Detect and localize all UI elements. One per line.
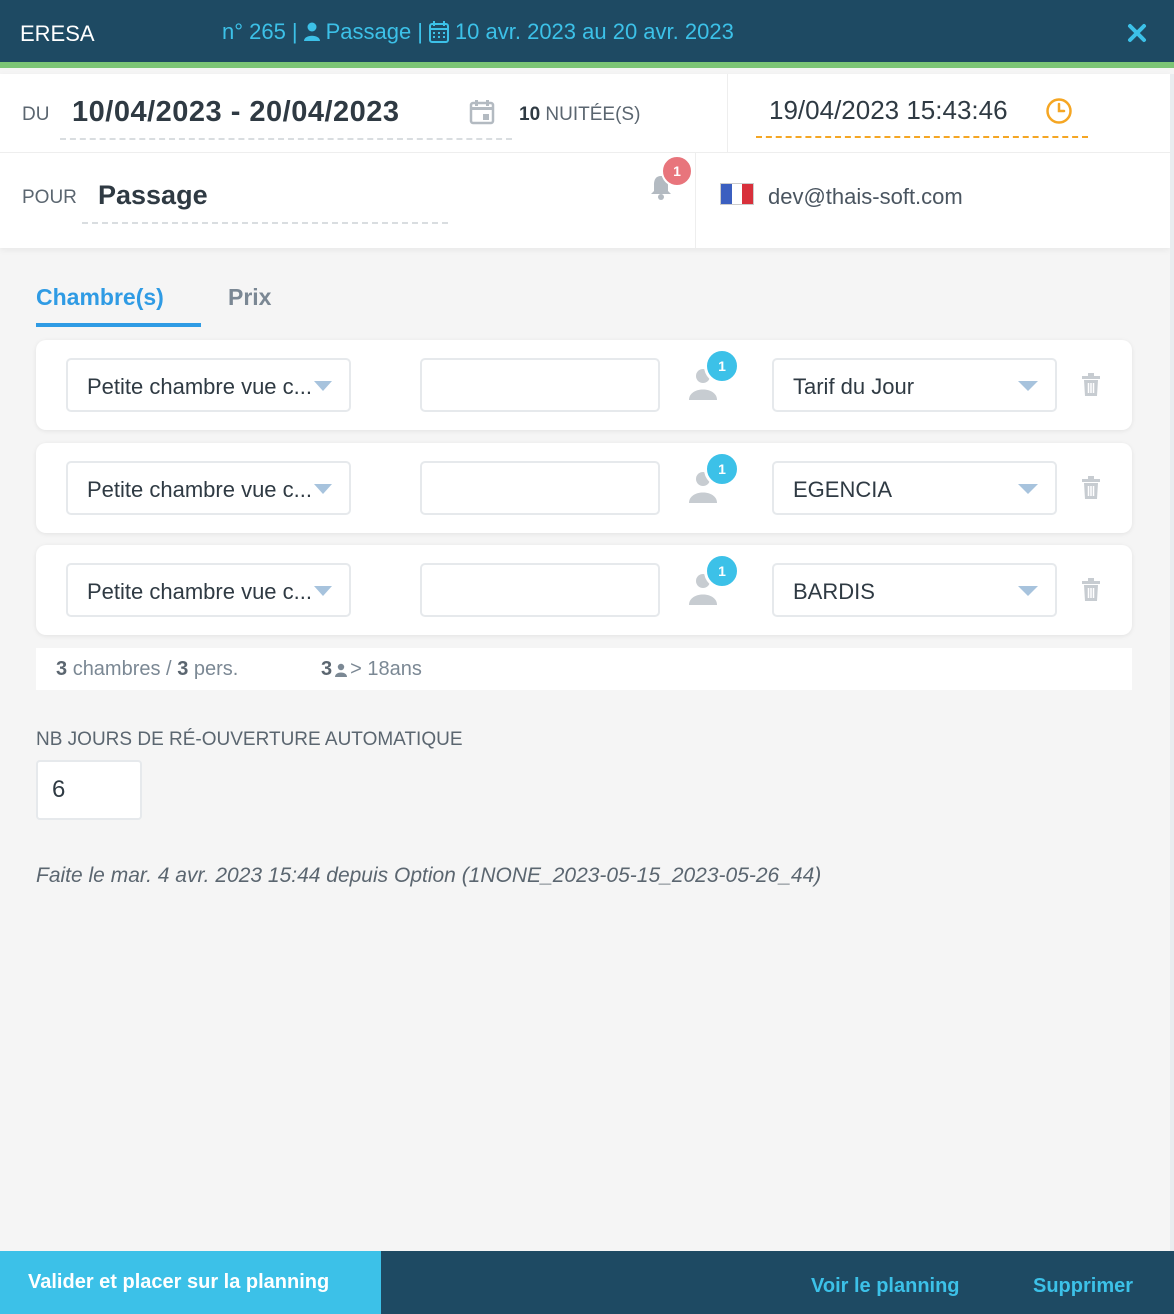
view-planning-link[interactable]: Voir le planning: [811, 1275, 960, 1298]
stay-dates[interactable]: 10/04/2023 - 20/04/2023: [72, 96, 400, 129]
room-type-value: Petite chambre vue c...: [87, 579, 312, 604]
close-icon[interactable]: [1122, 18, 1152, 48]
guest-underline: [82, 222, 448, 224]
datetime-underline: [756, 136, 1088, 138]
rate-value: BARDIS: [793, 579, 875, 604]
room-number-input[interactable]: [420, 358, 660, 412]
room-type-value: Petite chambre vue c...: [87, 374, 312, 399]
user-icon: [303, 22, 320, 41]
reservation-type: Passage: [325, 19, 412, 44]
persons-count-badge: 1: [704, 553, 740, 589]
chevron-down-icon: [1018, 484, 1038, 494]
adults-count: 3: [321, 658, 333, 680]
room-number-input[interactable]: [420, 461, 660, 515]
clock-icon[interactable]: [1044, 96, 1074, 126]
reservation-number: n° 265: [222, 19, 286, 44]
persons-count: 3: [177, 658, 189, 680]
footer-bar: Valider et placer sur la planning Voir l…: [0, 1251, 1174, 1314]
persons-count-badge: 1: [704, 451, 740, 487]
rate-select[interactable]: Tarif du Jour: [772, 358, 1057, 412]
option-datetime[interactable]: 19/04/2023 15:43:46: [769, 95, 1008, 126]
room-row: Petite chambre vue c... 1 BARDIS: [36, 545, 1132, 635]
guest-email[interactable]: dev@thais-soft.com: [768, 184, 963, 210]
room-type-select[interactable]: Petite chambre vue c...: [66, 358, 351, 412]
rate-value: Tarif du Jour: [793, 374, 915, 399]
flag-stripe-white: [731, 184, 743, 204]
page-edge: [1170, 74, 1174, 1251]
trash-icon[interactable]: [1081, 476, 1101, 500]
guest-name[interactable]: Passage: [98, 180, 208, 211]
flag-stripe-blue: [721, 184, 732, 204]
rooms-persons-total: 3 chambres / 3 pers.: [56, 658, 238, 681]
active-tab-indicator: [36, 323, 201, 327]
french-flag-icon: [720, 183, 754, 205]
trash-icon[interactable]: [1081, 578, 1101, 602]
from-label: DU: [22, 104, 50, 125]
calendar-icon: [428, 21, 449, 43]
notification-badge: 1: [661, 155, 693, 187]
delete-link[interactable]: Supprimer: [1033, 1275, 1133, 1298]
rooms-count: 3: [56, 658, 68, 680]
nights-count: 10 NUITÉE(S): [519, 104, 640, 126]
persons-count-badge: 1: [704, 348, 740, 384]
for-label: POUR: [22, 187, 77, 208]
dates-underline: [60, 138, 512, 140]
adults-total: 3 > 18ans: [321, 658, 422, 681]
app-name: ERESA: [20, 21, 95, 46]
room-type-value: Petite chambre vue c...: [87, 477, 312, 502]
room-row: Petite chambre vue c... 1 Tarif du Jour: [36, 340, 1132, 430]
divider: [727, 74, 728, 152]
tab-price[interactable]: Prix: [228, 284, 271, 311]
validate-button[interactable]: Valider et placer sur la planning: [0, 1251, 381, 1314]
reopen-days-label: NB JOURS DE RÉ-OUVERTURE AUTOMATIQUE: [36, 729, 463, 750]
rate-select[interactable]: EGENCIA: [772, 461, 1057, 515]
room-type-select[interactable]: Petite chambre vue c...: [66, 563, 351, 617]
adults-label: > 18ans: [350, 658, 422, 680]
person-icon: [335, 663, 348, 677]
chevron-down-icon: [1018, 381, 1038, 391]
reservation-summary: n° 265 | Passage | 10 avr. 2023 au 20 av…: [222, 19, 734, 45]
rooms-label: chambres /: [72, 658, 172, 680]
separator: |: [417, 19, 423, 44]
flag-stripe-red: [742, 184, 754, 204]
persons-label: pers.: [193, 658, 239, 680]
trash-icon[interactable]: [1081, 373, 1101, 397]
stay-info-panel: DU 10/04/2023 - 20/04/2023 10 NUITÉE(S) …: [0, 74, 1170, 248]
rate-value: EGENCIA: [793, 477, 893, 502]
nights-label: NUITÉE(S): [545, 104, 641, 125]
room-row: Petite chambre vue c... 1 EGENCIA: [36, 443, 1132, 533]
creation-history: Faite le mar. 4 avr. 2023 15:44 depuis O…: [36, 864, 822, 887]
header-bar: ERESA n° 265 | Passage | 10 avr. 2023 au…: [0, 0, 1174, 68]
room-type-select[interactable]: Petite chambre vue c...: [66, 461, 351, 515]
separator: |: [291, 19, 298, 44]
chevron-down-icon: [1018, 586, 1038, 596]
reservation-period: 10 avr. 2023 au 20 avr. 2023: [454, 19, 734, 44]
chevron-down-icon: [314, 381, 332, 391]
chevron-down-icon: [314, 484, 332, 494]
divider: [0, 152, 1170, 153]
rate-select[interactable]: BARDIS: [772, 563, 1057, 617]
divider: [695, 152, 696, 248]
nights-number: 10: [519, 104, 541, 125]
chevron-down-icon: [314, 586, 332, 596]
reopen-days-input[interactable]: [36, 760, 142, 820]
occupancy-summary: 3 chambres / 3 pers. 3 > 18ans: [36, 648, 1132, 690]
room-number-input[interactable]: [420, 563, 660, 617]
tab-rooms[interactable]: Chambre(s): [36, 284, 164, 311]
calendar-picker-icon[interactable]: [468, 98, 496, 126]
